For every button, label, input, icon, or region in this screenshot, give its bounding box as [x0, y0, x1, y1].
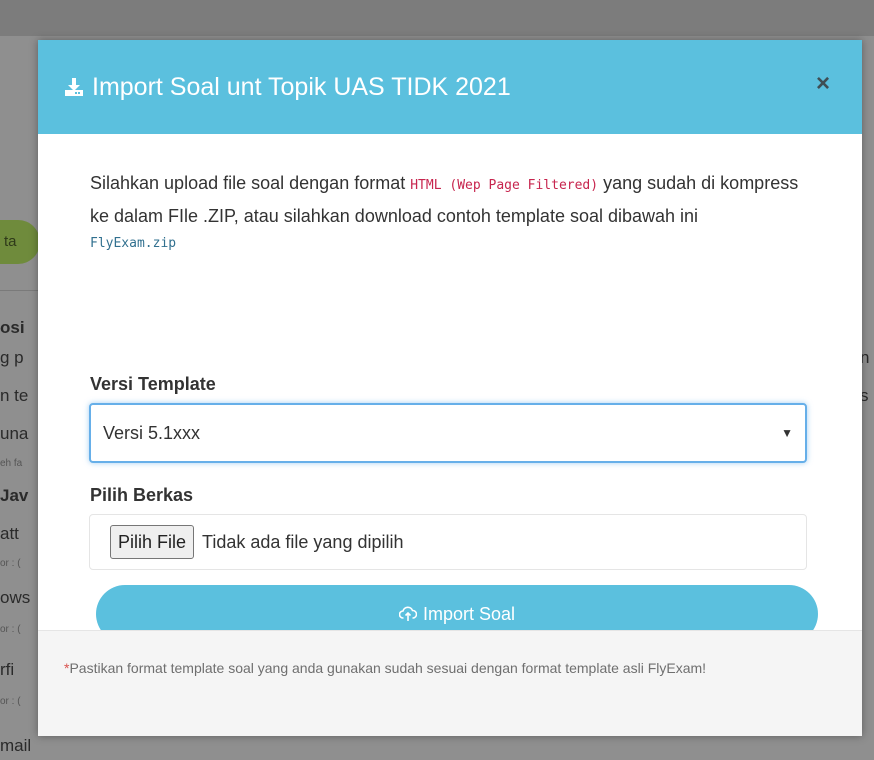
- modal-footer: *Pastikan format template soal yang anda…: [38, 630, 862, 736]
- intro-text-part-1: Silahkan upload file soal dengan format: [90, 173, 406, 193]
- close-icon[interactable]: ×: [812, 72, 834, 96]
- backdrop-text: ows: [0, 588, 31, 607]
- backdrop-text: osi: [0, 318, 25, 337]
- file-label: Pilih Berkas: [90, 485, 194, 505]
- cloud-upload-icon: [398, 606, 417, 621]
- caret-down-icon: ▼: [781, 426, 793, 440]
- backdrop-divider: [0, 290, 40, 291]
- backdrop-text: g p: [0, 348, 24, 367]
- backdrop-text: n te: [0, 386, 29, 405]
- choose-file-button[interactable]: Pilih File: [110, 525, 195, 559]
- backdrop-text: mail: [0, 736, 32, 755]
- download-icon: [65, 78, 83, 96]
- footer-note: *Pastikan format template soal yang anda…: [64, 660, 707, 676]
- backdrop-text: Jav: [0, 486, 29, 505]
- backdrop-text: or : (: [0, 696, 21, 707]
- file-status-text: Tidak ada file yang dipilih: [202, 531, 404, 552]
- modal-body: Silahkan upload file soal dengan format …: [89, 168, 818, 643]
- modal-header: Import Soal unt Topik UAS TIDK 2021 ×: [38, 40, 862, 134]
- required-asterisk: *: [64, 660, 70, 676]
- version-select-value: Versi 5.1xxx: [103, 423, 201, 443]
- modal-title: Import Soal unt Topik UAS TIDK 2021: [92, 72, 511, 101]
- backdrop-text: rfi: [0, 660, 15, 679]
- backdrop-text: att: [0, 524, 19, 543]
- backdrop-text: eh fa: [0, 458, 23, 469]
- backdrop-topbar: [0, 0, 874, 36]
- backdrop-text: or : (: [0, 624, 21, 635]
- template-download-link[interactable]: FlyExam.zip: [90, 236, 176, 251]
- format-code: HTML (Wep Page Filtered): [410, 178, 599, 193]
- import-modal: Import Soal unt Topik UAS TIDK 2021 × Si…: [38, 40, 862, 736]
- backdrop-badge: ta: [0, 220, 40, 264]
- version-select[interactable]: Versi 5.1xxx ▼: [89, 403, 807, 463]
- import-button-label: Import Soal: [422, 603, 516, 624]
- version-label: Versi Template: [90, 374, 216, 394]
- file-input[interactable]: Pilih File Tidak ada file yang dipilih: [89, 514, 807, 570]
- backdrop-text: or : (: [0, 558, 21, 569]
- intro-text: Silahkan upload file soal dengan format …: [90, 168, 814, 232]
- backdrop-text: una: [0, 424, 29, 443]
